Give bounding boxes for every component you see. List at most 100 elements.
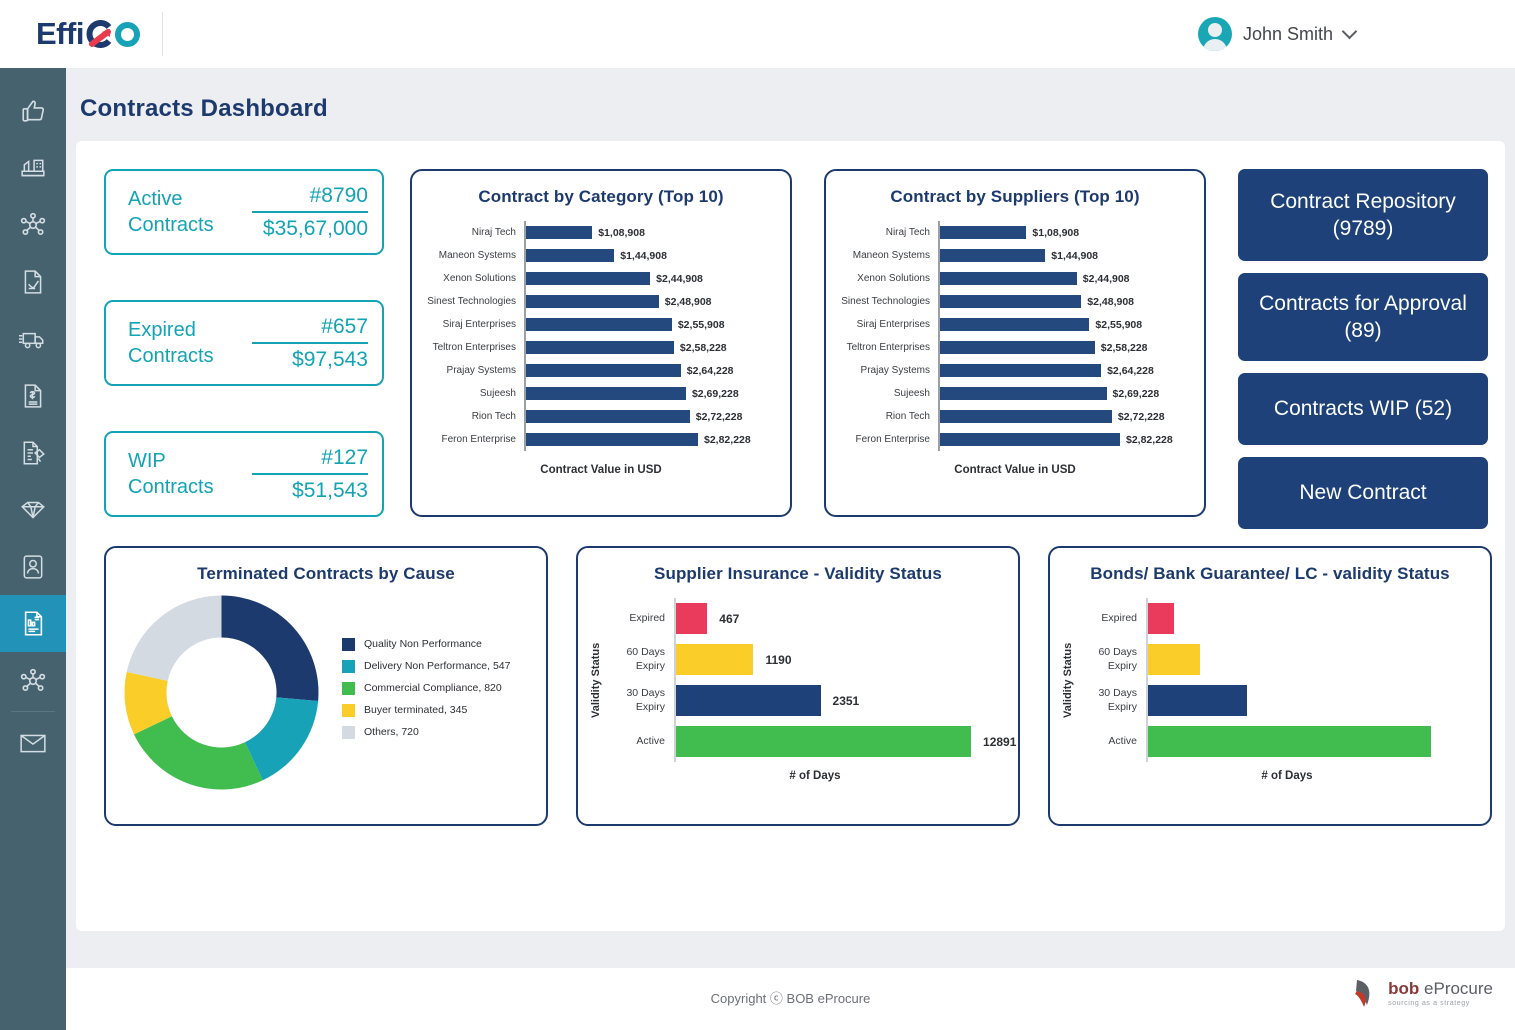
sidebar-item-agreements[interactable] <box>0 424 66 481</box>
bar <box>940 341 1095 354</box>
legend-label: Buyer terminated, 345 <box>364 704 468 716</box>
donut-slice[interactable] <box>133 716 263 790</box>
bar-track: $2,69,228 <box>524 382 790 405</box>
app-logo[interactable]: Effi <box>36 12 163 56</box>
donut-slice[interactable] <box>221 595 318 702</box>
chevron-down-icon[interactable] <box>1341 23 1358 39</box>
bar <box>940 364 1102 377</box>
chart-bar-row: Niraj Tech $1,08,908 <box>412 221 790 244</box>
kpi-amount: $35,67,000 <box>262 216 368 240</box>
bar-value-label: $2,48,908 <box>664 295 712 308</box>
bar-value-label: $2,55,908 <box>677 318 725 331</box>
sidebar-item-logistics[interactable] <box>0 310 66 367</box>
legend-item[interactable]: Buyer terminated, 345 <box>342 703 510 717</box>
bar-track: $2,69,228 <box>938 382 1204 405</box>
kpi-expired-contracts[interactable]: Expired Contracts #657 $97,543 <box>104 300 384 386</box>
bar-track: $2,58,228 <box>938 336 1204 359</box>
chart-bar-row: Teltron Enterprises $2,58,228 <box>826 336 1204 359</box>
legend-swatch <box>342 659 355 673</box>
bar-category-label: Sujeesh <box>479 388 516 399</box>
sidebar-item-contracts[interactable] <box>0 595 66 652</box>
button-contracts-wip[interactable]: Contracts WIP (52) <box>1238 373 1488 445</box>
axis-label-x: # of Days <box>789 770 841 782</box>
logo-g-arrow-icon <box>84 18 114 50</box>
top-bar: Effi John Smith <box>0 0 1515 68</box>
bar <box>940 272 1077 285</box>
bar <box>526 318 672 331</box>
sidebar-item-integrations[interactable] <box>0 652 66 709</box>
button-label: New Contract <box>1299 481 1427 505</box>
bar-track: $2,72,228 <box>524 405 790 428</box>
bar <box>526 341 674 354</box>
sidebar-item-catalog[interactable] <box>0 481 66 538</box>
button-contract-repository[interactable]: Contract Repository (9789) <box>1238 169 1488 261</box>
bar-track: $1,44,908 <box>524 244 790 267</box>
kpi-active-contracts[interactable]: Active Contracts #8790 $35,67,000 <box>104 169 384 255</box>
bar <box>940 318 1090 331</box>
bar-category-label: Xenon Solutions <box>857 273 930 284</box>
bar-category-label: Feron Enterprise <box>441 434 516 445</box>
bar-category-label: Active <box>636 734 665 747</box>
kpi-label: WIP Contracts <box>128 449 214 498</box>
sidebar-item-requisition[interactable] <box>0 253 66 310</box>
user-menu[interactable]: John Smith <box>1197 0 1358 68</box>
legend-swatch <box>342 703 355 717</box>
bar-value-label: $2,72,228 <box>1117 410 1165 423</box>
suppliers-bars: Niraj Tech $1,08,908 Maneon Systems $1,44,9… <box>826 221 1204 451</box>
donut-slice[interactable] <box>126 595 221 681</box>
user-name: John Smith <box>1242 23 1333 44</box>
bar <box>676 726 972 757</box>
kpi-wip-contracts[interactable]: WIP Contracts #127 $51,543 <box>104 431 384 517</box>
axis-label-y: Validity Status <box>590 642 602 718</box>
axis-label-x: Contract Value in USD <box>540 464 662 476</box>
sidebar-item-suppliers[interactable] <box>0 538 66 595</box>
kpi-label: Active Contracts <box>128 187 214 236</box>
bar <box>940 410 1112 423</box>
button-contracts-for-approval[interactable]: Contracts for Approval (89) <box>1238 273 1488 361</box>
chart-bar-row: Prajay Systems $2,64,228 <box>826 359 1204 382</box>
bar <box>526 387 686 400</box>
chart-bar-row: Feron Enterprise $2,82,228 <box>826 428 1204 451</box>
bar-category-label: Teltron Enterprises <box>432 342 516 353</box>
bob-eprocure-logo: bob eProcure sourcing as a strategy <box>1351 977 1493 1009</box>
legend-label: Others, 720 <box>364 726 419 738</box>
legend-item[interactable]: Delivery Non Performance, 547 <box>342 659 511 673</box>
sidebar-item-approvals[interactable] <box>0 82 66 139</box>
sidebar-item-plants[interactable] <box>0 139 66 196</box>
legend-label: Delivery Non Performance, 547 <box>364 660 511 672</box>
legend-label: Quality Non Performance <box>364 638 482 650</box>
bonds-bank-guarantee-panel: Bonds/ Bank Guarantee/ LC - validity Sta… <box>1048 546 1492 826</box>
sidebar-item-network[interactable] <box>0 196 66 253</box>
button-new-contract[interactable]: New Contract <box>1238 457 1488 529</box>
kpi-amount: $97,543 <box>292 347 368 371</box>
legend-item[interactable]: Commercial Compliance, 820 <box>342 681 510 695</box>
legend-item[interactable]: Others, 720 <box>342 725 510 739</box>
panel-title: Supplier Insurance - Validity Status <box>654 564 942 583</box>
bar-value-label: $1,08,908 <box>1032 226 1080 239</box>
bar-category-label: 30 Days Expiry <box>1098 687 1137 713</box>
axis-label-x: Contract Value in USD <box>954 464 1076 476</box>
sidebar-item-messages[interactable] <box>0 714 66 771</box>
bar <box>940 387 1107 400</box>
bar-category-label: Niraj Tech <box>471 227 516 238</box>
bar-category-label: Feron Enterprise <box>855 434 930 445</box>
bar-track <box>1146 598 1490 639</box>
bar-category-label: 30 Days Expiry <box>626 687 665 713</box>
chart-bar-row: 30 Days Expiry 2351 <box>602 680 1018 721</box>
bar-category-label: Xenon Solutions <box>443 273 516 284</box>
bob-logo-eprocure: eProcure <box>1419 978 1493 998</box>
kpi-divider <box>252 210 368 213</box>
kpi-count: #657 <box>321 314 368 338</box>
avatar <box>1197 17 1232 51</box>
panel-title: Contract by Suppliers (Top 10) <box>890 187 1140 206</box>
bar-track: $2,82,228 <box>938 428 1204 451</box>
bar-category-label: Sinest Technologies <box>841 296 930 307</box>
axis-label-x: # of Days <box>1261 770 1313 782</box>
bar-track <box>1146 639 1490 680</box>
sidebar-item-invoices[interactable] <box>0 367 66 424</box>
terminated-contracts-panel: Terminated Contracts by Cause Quality No… <box>104 546 548 826</box>
bar-category-label: Sinest Technologies <box>427 296 516 307</box>
insurance-bars: Expired 467 60 Days Expiry 1190 30 Days Expiry… <box>602 598 1018 762</box>
legend-item[interactable]: Quality Non Performance <box>342 637 510 651</box>
axis-label-y: Validity Status <box>1062 642 1074 718</box>
